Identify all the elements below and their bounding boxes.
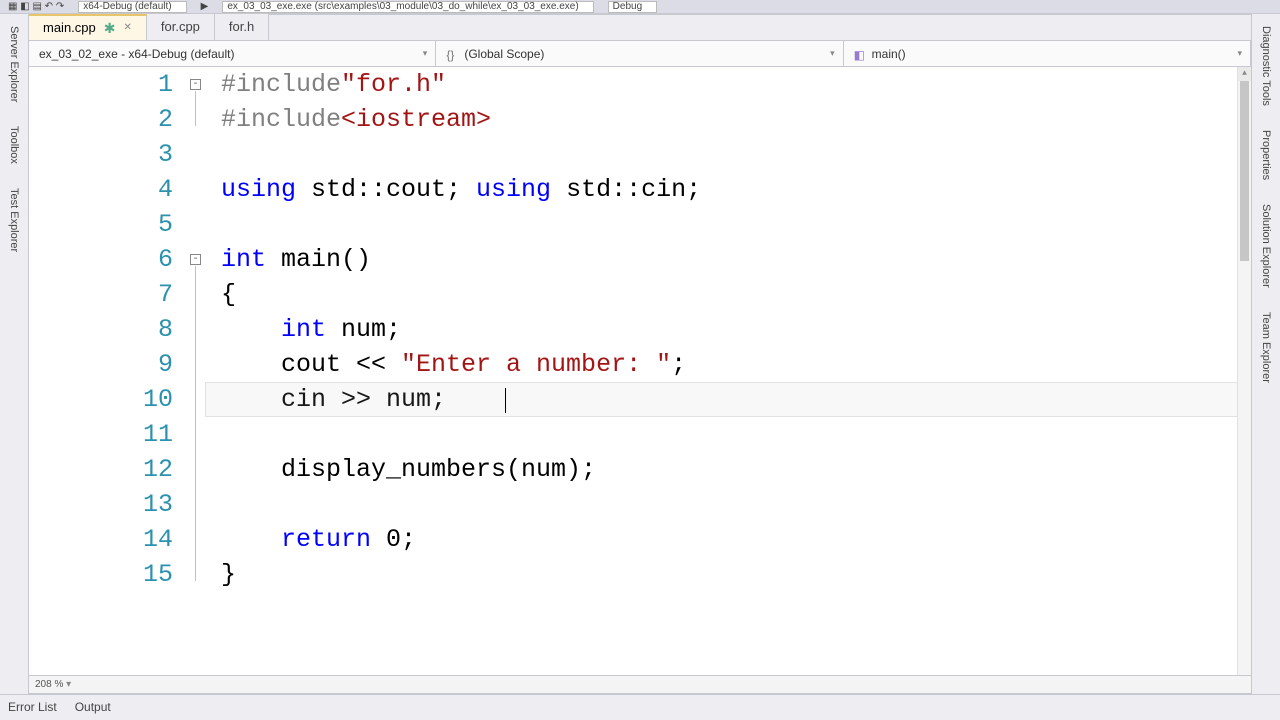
line-number: 2 xyxy=(29,102,173,137)
mode-dropdown[interactable]: Debug xyxy=(608,1,657,13)
line-number: 1 xyxy=(29,67,173,102)
line-number: 11 xyxy=(29,417,173,452)
code-line[interactable]: display_numbers(num); xyxy=(221,452,1251,487)
code-line[interactable]: cin >> num; xyxy=(221,382,1251,417)
method-icon: ◧ xyxy=(854,48,866,60)
test-explorer-tab[interactable]: Test Explorer xyxy=(6,182,22,258)
vertical-scrollbar[interactable]: ▲ xyxy=(1237,67,1251,675)
code-line[interactable] xyxy=(221,417,1251,452)
diagnostic-tools-tab[interactable]: Diagnostic Tools xyxy=(1258,20,1274,112)
code-line[interactable] xyxy=(221,207,1251,242)
bottom-panel-tabs: Error List Output xyxy=(0,694,1280,718)
file-tab-main-cpp[interactable]: main.cpp ✱ ✕ xyxy=(29,14,147,40)
line-number: 9 xyxy=(29,347,173,382)
line-number: 8 xyxy=(29,312,173,347)
braces-icon: {} xyxy=(446,48,458,60)
line-number: 10 xyxy=(29,382,173,417)
project-scope-combo[interactable]: ex_03_02_exe - x64-Debug (default) xyxy=(29,41,436,66)
editor-region: main.cpp ✱ ✕ for.cpp for.h ex_03_02_exe - x6… xyxy=(28,14,1252,694)
code-line[interactable]: } xyxy=(221,557,1251,592)
server-explorer-tab[interactable]: Server Explorer xyxy=(6,20,22,108)
line-number: 4 xyxy=(29,172,173,207)
code-editor[interactable]: 123456789101112131415 -- ▲ #include"for.… xyxy=(29,67,1251,675)
file-tab-label: main.cpp xyxy=(43,19,96,37)
file-tab-label: for.h xyxy=(229,18,254,36)
target-dropdown[interactable]: ex_03_03_exe.exe (src\examples\03_module… xyxy=(222,1,593,13)
text-cursor xyxy=(505,388,506,413)
code-line[interactable]: { xyxy=(221,277,1251,312)
file-tab-bar: main.cpp ✱ ✕ for.cpp for.h xyxy=(29,15,1251,41)
line-number: 12 xyxy=(29,452,173,487)
scope-bar: ex_03_02_exe - x64-Debug (default) {} (G… xyxy=(29,41,1251,67)
code-line[interactable] xyxy=(221,137,1251,172)
dirty-icon: ✱ xyxy=(104,19,116,37)
config-dropdown[interactable]: x64-Debug (default) xyxy=(78,1,186,13)
scroll-up-icon[interactable]: ▲ xyxy=(1238,67,1251,81)
function-scope-combo[interactable]: ◧ main() xyxy=(844,41,1251,66)
outline-column[interactable]: -- xyxy=(187,67,205,675)
code-line[interactable] xyxy=(221,487,1251,522)
toolbox-tab[interactable]: Toolbox xyxy=(6,120,22,170)
code-line[interactable]: #include"for.h" xyxy=(221,67,1251,102)
namespace-scope-combo[interactable]: {} (Global Scope) xyxy=(436,41,843,66)
line-number: 6 xyxy=(29,242,173,277)
line-number-gutter: 123456789101112131415 xyxy=(29,67,187,675)
file-tab-label: for.cpp xyxy=(161,18,200,36)
main-toolbar: ▦ ◧ ▤ ↶ ↷ x64-Debug (default) ▶ ex_03_03… xyxy=(0,0,1280,14)
toolbar-icons[interactable]: ▦ ◧ ▤ ↶ ↷ xyxy=(8,1,64,12)
code-content[interactable]: ▲ #include"for.h"#include<iostream> usin… xyxy=(205,67,1251,675)
file-tab-for-cpp[interactable]: for.cpp xyxy=(147,14,215,40)
line-number: 13 xyxy=(29,487,173,522)
close-icon[interactable]: ✕ xyxy=(123,19,131,37)
code-line[interactable]: int num; xyxy=(221,312,1251,347)
properties-tab[interactable]: Properties xyxy=(1258,124,1274,186)
file-tab-for-h[interactable]: for.h xyxy=(215,14,269,40)
solution-explorer-tab[interactable]: Solution Explorer xyxy=(1258,198,1274,294)
fold-toggle-icon[interactable]: - xyxy=(190,79,201,90)
line-number: 7 xyxy=(29,277,173,312)
line-number: 15 xyxy=(29,557,173,592)
output-tab[interactable]: Output xyxy=(75,700,111,714)
team-explorer-tab[interactable]: Team Explorer xyxy=(1258,306,1274,389)
line-number: 3 xyxy=(29,137,173,172)
code-line[interactable]: #include<iostream> xyxy=(221,102,1251,137)
line-number: 14 xyxy=(29,522,173,557)
right-side-strip: Diagnostic Tools Properties Solution Exp… xyxy=(1252,14,1280,694)
editor-status-bar: 208 % xyxy=(29,675,1251,693)
code-line[interactable]: cout << "Enter a number: "; xyxy=(221,347,1251,382)
code-line[interactable]: return 0; xyxy=(221,522,1251,557)
code-line[interactable]: using std::cout; using std::cin; xyxy=(221,172,1251,207)
line-number: 5 xyxy=(29,207,173,242)
left-side-strip: Server Explorer Toolbox Test Explorer xyxy=(0,14,28,694)
scroll-thumb[interactable] xyxy=(1240,81,1249,261)
fold-toggle-icon[interactable]: - xyxy=(190,254,201,265)
code-line[interactable]: int main() xyxy=(221,242,1251,277)
error-list-tab[interactable]: Error List xyxy=(8,700,57,714)
zoom-dropdown[interactable]: 208 % xyxy=(35,679,71,690)
